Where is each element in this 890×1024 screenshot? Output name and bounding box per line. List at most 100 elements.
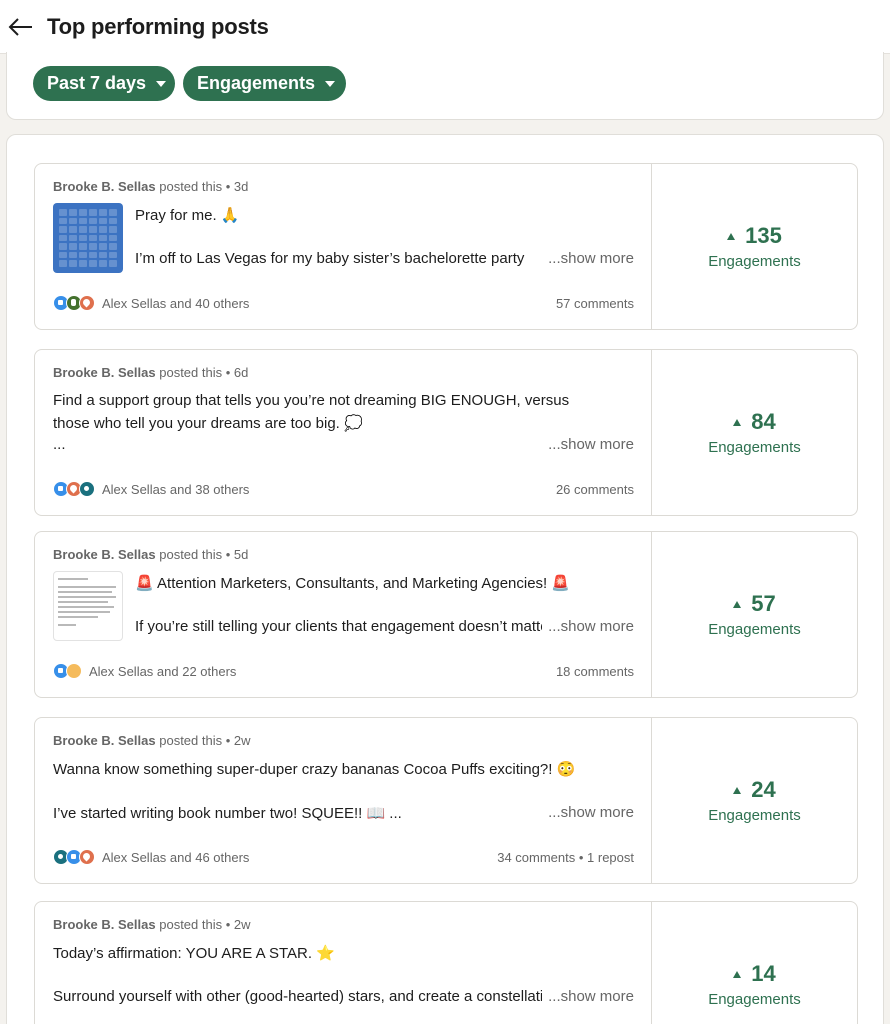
page-title: Top performing posts: [47, 14, 269, 39]
reactors-text[interactable]: Alex Sellas and 46 others: [102, 850, 249, 865]
reactions-row[interactable]: Alex Sellas and 46 others: [53, 849, 249, 865]
separator-dot: •: [225, 733, 231, 748]
metric-value: 135: [745, 223, 782, 248]
post-age: 2w: [233, 733, 251, 748]
reactions-row[interactable]: Alex Sellas and 40 others: [53, 295, 249, 311]
caret-down-icon: [325, 80, 336, 87]
metric-label: Engagements: [708, 807, 801, 824]
period-filter-dropdown[interactable]: Past 7 days: [33, 66, 175, 101]
post-text-line: ...: [53, 436, 66, 453]
filter-bar: Past 7 days Engagements: [6, 52, 884, 120]
reactors-text[interactable]: Alex Sellas and 22 others: [89, 664, 236, 679]
metric-value: 84: [751, 409, 776, 434]
post-metric: 24 Engagements: [652, 718, 857, 883]
post-metric: 84 Engagements: [652, 350, 857, 515]
trend-up-icon: [733, 418, 742, 426]
post-content: Brooke B. Sellas posted this • 3d Pray f…: [35, 164, 652, 329]
post-age: 6d: [233, 365, 249, 380]
trend-up-icon: [733, 600, 742, 608]
trend-up-icon: [733, 786, 742, 794]
post-card[interactable]: Brooke B. Sellas posted this • 6d Find a…: [34, 349, 858, 516]
metric-label: Engagements: [708, 253, 801, 270]
post-text-line: I’m off to Las Vegas for my baby sister’…: [135, 250, 525, 267]
post-text-line: If you’re still telling your clients tha…: [135, 618, 545, 635]
reactions-row[interactable]: Alex Sellas and 22 others: [53, 663, 236, 679]
metric-label: Engagements: [708, 991, 801, 1008]
show-more-link[interactable]: ...show more: [542, 250, 634, 267]
post-text-line: Find a support group that tells you you’…: [53, 392, 570, 409]
post-text-line: Surround yourself with other (good-heart…: [53, 988, 543, 1005]
post-author[interactable]: Brooke B. Sellas: [53, 547, 156, 562]
post-action: posted this: [159, 179, 223, 194]
show-more-link[interactable]: ...show more: [542, 436, 634, 453]
post-text-line: Pray for me. 🙏: [135, 207, 240, 224]
post-author[interactable]: Brooke B. Sellas: [53, 733, 156, 748]
post-metric: 57 Engagements: [652, 532, 857, 697]
post-header: Brooke B. Sellas posted this • 5d: [53, 547, 248, 562]
love-icon: [79, 295, 95, 311]
insight-icon: [66, 663, 82, 679]
love-icon: [79, 849, 95, 865]
post-action: posted this: [159, 547, 223, 562]
reactors-text[interactable]: Alex Sellas and 38 others: [102, 482, 249, 497]
metric-value: 24: [751, 777, 776, 802]
post-header: Brooke B. Sellas posted this • 6d: [53, 365, 248, 380]
post-action: posted this: [159, 917, 223, 932]
show-more-link[interactable]: ...show more: [542, 988, 634, 1005]
show-more-link[interactable]: ...show more: [542, 618, 634, 635]
post-card[interactable]: Brooke B. Sellas posted this • 3d Pray f…: [34, 163, 858, 330]
caret-down-icon: [156, 80, 167, 87]
top-bar: Top performing posts: [0, 0, 890, 54]
post-author[interactable]: Brooke B. Sellas: [53, 917, 156, 932]
post-content: Brooke B. Sellas posted this • 5d 🚨 Atte…: [35, 532, 652, 697]
post-content: Brooke B. Sellas posted this • 6d Find a…: [35, 350, 652, 515]
period-filter-label: Past 7 days: [47, 73, 147, 93]
back-arrow-icon[interactable]: [6, 12, 36, 42]
post-text-line: 🚨 Attention Marketers, Consultants, and …: [135, 575, 571, 592]
post-card[interactable]: Brooke B. Sellas posted this • 2w Today’…: [34, 901, 858, 1024]
post-header: Brooke B. Sellas posted this • 3d: [53, 179, 248, 194]
separator-dot: •: [225, 917, 231, 932]
reactors-text[interactable]: Alex Sellas and 40 others: [102, 296, 249, 311]
metric-filter-label: Engagements: [197, 73, 316, 93]
separator-dot: •: [225, 179, 231, 194]
comments-count[interactable]: 57 comments: [556, 296, 634, 311]
post-age: 2w: [233, 917, 251, 932]
metric-label: Engagements: [708, 621, 801, 638]
metric-value: 14: [751, 961, 776, 986]
post-text-line: Wanna know something super-duper crazy b…: [53, 761, 576, 778]
separator-dot: •: [225, 365, 231, 380]
post-action: posted this: [159, 733, 223, 748]
comments-count[interactable]: 26 comments: [556, 482, 634, 497]
trend-up-icon: [733, 970, 742, 978]
post-card[interactable]: Brooke B. Sellas posted this • 5d 🚨 Atte…: [34, 531, 858, 698]
post-card[interactable]: Brooke B. Sellas posted this • 2w Wanna …: [34, 717, 858, 884]
post-metric: 14 Engagements: [652, 902, 857, 1024]
post-header: Brooke B. Sellas posted this • 2w: [53, 917, 251, 932]
post-content: Brooke B. Sellas posted this • 2w Wanna …: [35, 718, 652, 883]
comments-count[interactable]: 34 comments • 1 repost: [497, 850, 634, 865]
posts-list: Brooke B. Sellas posted this • 3d Pray f…: [6, 134, 884, 1024]
separator-dot: •: [225, 547, 231, 562]
metric-label: Engagements: [708, 439, 801, 456]
post-thumbnail[interactable]: [53, 203, 123, 273]
post-text-line: Today’s affirmation: YOU ARE A STAR. ⭐: [53, 945, 335, 962]
post-text-line: those who tell you your dreams are too b…: [53, 415, 363, 432]
metric-value: 57: [751, 591, 776, 616]
comments-count[interactable]: 18 comments: [556, 664, 634, 679]
post-text-line: I’ve started writing book number two! SQ…: [53, 805, 402, 822]
show-more-link[interactable]: ...show more: [542, 804, 634, 821]
post-author[interactable]: Brooke B. Sellas: [53, 179, 156, 194]
post-content: Brooke B. Sellas posted this • 2w Today’…: [35, 902, 652, 1024]
post-header: Brooke B. Sellas posted this • 2w: [53, 733, 251, 748]
metric-filter-dropdown[interactable]: Engagements: [183, 66, 346, 101]
reactions-row[interactable]: Alex Sellas and 38 others: [53, 481, 249, 497]
post-metric: 135 Engagements: [652, 164, 857, 329]
funny-icon: [79, 481, 95, 497]
trend-up-icon: [727, 232, 736, 240]
calendar-thumbnail-grid: [59, 209, 117, 267]
post-thumbnail[interactable]: [53, 571, 123, 641]
post-age: 3d: [233, 179, 249, 194]
post-action: posted this: [159, 365, 223, 380]
post-author[interactable]: Brooke B. Sellas: [53, 365, 156, 380]
